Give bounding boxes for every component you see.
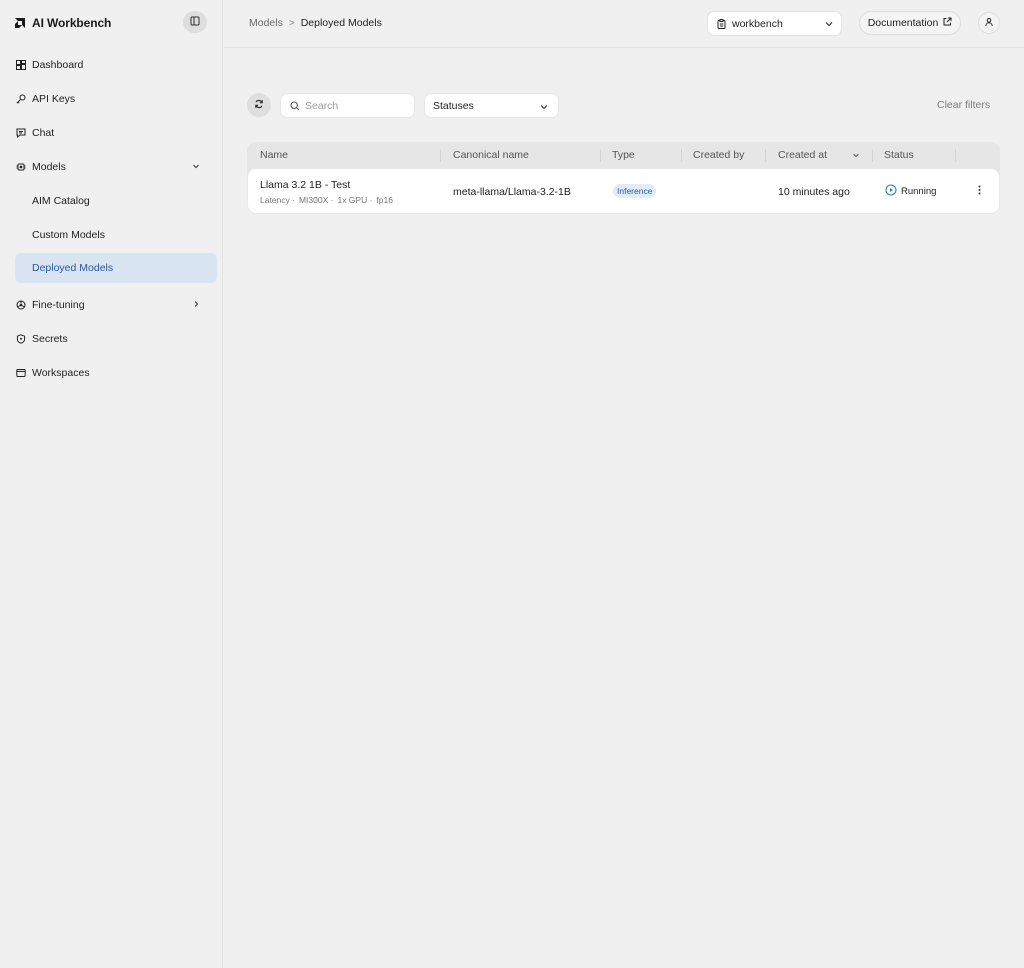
chip-icon [15, 161, 27, 173]
user-icon [984, 17, 994, 30]
documentation-link[interactable]: Documentation [859, 11, 961, 35]
sidebar-item-label: Secrets [32, 333, 68, 345]
column-header-created-at[interactable]: Created at [778, 149, 827, 161]
column-header-canonical-name[interactable]: Canonical name [453, 149, 529, 161]
sidebar-item-models[interactable]: Models [15, 152, 217, 182]
type-badge: Inference [613, 184, 657, 198]
sidebar-item-label: Fine-tuning [32, 299, 85, 311]
column-divider [681, 149, 682, 162]
column-divider [872, 149, 873, 162]
model-name[interactable]: Llama 3.2 1B - Test [260, 179, 350, 191]
sidebar-item-workspaces[interactable]: Workspaces [15, 358, 217, 388]
status-indicator: Running [885, 184, 936, 199]
refresh-button[interactable] [247, 93, 271, 117]
breadcrumb-models-link[interactable]: Models [249, 17, 283, 29]
chevron-down-icon [191, 161, 201, 171]
sidebar-item-deployed-models[interactable]: Deployed Models [15, 253, 217, 283]
sidebar-item-fine-tuning[interactable]: Fine-tuning [15, 290, 217, 320]
sidebar-item-label: Deployed Models [32, 262, 114, 274]
panel-toggle-icon [190, 16, 200, 29]
row-actions-menu-button[interactable] [975, 184, 983, 198]
breadcrumb-separator: > [288, 17, 295, 29]
model-meta: Latency · MI300X · 1x GPU · fp16 [260, 195, 393, 205]
key-icon [15, 93, 27, 105]
chevron-right-icon [191, 299, 201, 309]
column-header-type[interactable]: Type [612, 149, 635, 161]
column-header-status[interactable]: Status [884, 149, 914, 161]
sidebar-item-label: Dashboard [32, 59, 84, 71]
external-link-icon [943, 17, 952, 29]
status-filter-value: Statuses [433, 99, 474, 112]
breadcrumb: Models > Deployed Models [249, 17, 382, 29]
chat-icon [15, 127, 27, 139]
sidebar-item-api-keys[interactable]: API Keys [15, 84, 217, 114]
column-header-created-by[interactable]: Created by [693, 149, 744, 161]
sidebar-item-label: AIM Catalog [32, 195, 90, 207]
status-filter-select[interactable]: Statuses [424, 93, 559, 118]
table-header: Name Canonical name Type Created by Crea… [247, 142, 1000, 168]
brand[interactable]: AI Workbench [14, 14, 111, 32]
finetune-icon [15, 299, 27, 311]
deployed-models-table: Name Canonical name Type Created by Crea… [247, 142, 1000, 214]
shield-icon [15, 333, 27, 345]
top-bar: Models > Deployed Models workbench Docum… [224, 0, 1024, 48]
chevron-down-icon [539, 102, 549, 112]
app-title: AI Workbench [32, 16, 112, 30]
workspace-select[interactable]: workbench [707, 11, 842, 36]
search-field[interactable] [280, 93, 415, 118]
clear-filters-button[interactable]: Clear filters [937, 99, 990, 111]
window-icon [15, 367, 27, 379]
sidebar-item-label: API Keys [32, 93, 76, 105]
column-divider [955, 149, 956, 162]
model-meta-gpu-count: 1x GPU · [337, 195, 373, 205]
canonical-name: meta-llama/Llama-3.2-1B [453, 186, 571, 198]
sidebar-item-label: Models [32, 161, 66, 173]
model-meta-gpu-type: MI300X · [298, 195, 334, 205]
sidebar-item-aim-catalog[interactable]: AIM Catalog [15, 186, 217, 216]
sidebar-item-dashboard[interactable]: Dashboard [15, 50, 217, 80]
status-label: Running [901, 186, 937, 197]
refresh-icon [254, 99, 264, 112]
workspace-select-value: workbench [732, 17, 783, 30]
chevron-down-icon [824, 19, 834, 29]
documentation-label: Documentation [867, 17, 939, 29]
sidebar-item-secrets[interactable]: Secrets [15, 324, 217, 354]
model-meta-latency: Latency · [260, 195, 295, 205]
sidebar-item-custom-models[interactable]: Custom Models [15, 220, 217, 250]
column-header-name[interactable]: Name [260, 149, 288, 161]
created-at: 10 minutes ago [778, 186, 850, 198]
play-circle-icon [885, 184, 897, 199]
breadcrumb-current: Deployed Models [300, 17, 382, 29]
search-icon [290, 100, 300, 111]
sidebar-item-label: Chat [32, 127, 55, 139]
amd-logo-icon [14, 17, 26, 29]
clipboard-icon [717, 18, 726, 29]
table-row[interactable]: Llama 3.2 1B - Test Latency · MI300X · 1… [248, 169, 999, 213]
column-divider [765, 149, 766, 162]
model-meta-precision: fp16 [376, 195, 393, 205]
sidebar-item-label: Custom Models [32, 229, 105, 241]
column-divider [600, 149, 601, 162]
sort-chevron-down-icon[interactable] [852, 150, 860, 162]
dashboard-icon [15, 59, 27, 71]
more-vertical-icon [978, 185, 981, 198]
search-input[interactable] [305, 99, 405, 112]
sidebar: AI Workbench Dashboard API Keys Chat Mod… [0, 0, 223, 968]
sidebar-item-chat[interactable]: Chat [15, 118, 217, 148]
sidebar-collapse-button[interactable] [183, 11, 207, 33]
user-menu-button[interactable] [978, 12, 1000, 34]
column-divider [440, 149, 441, 162]
sidebar-item-label: Workspaces [32, 367, 90, 379]
